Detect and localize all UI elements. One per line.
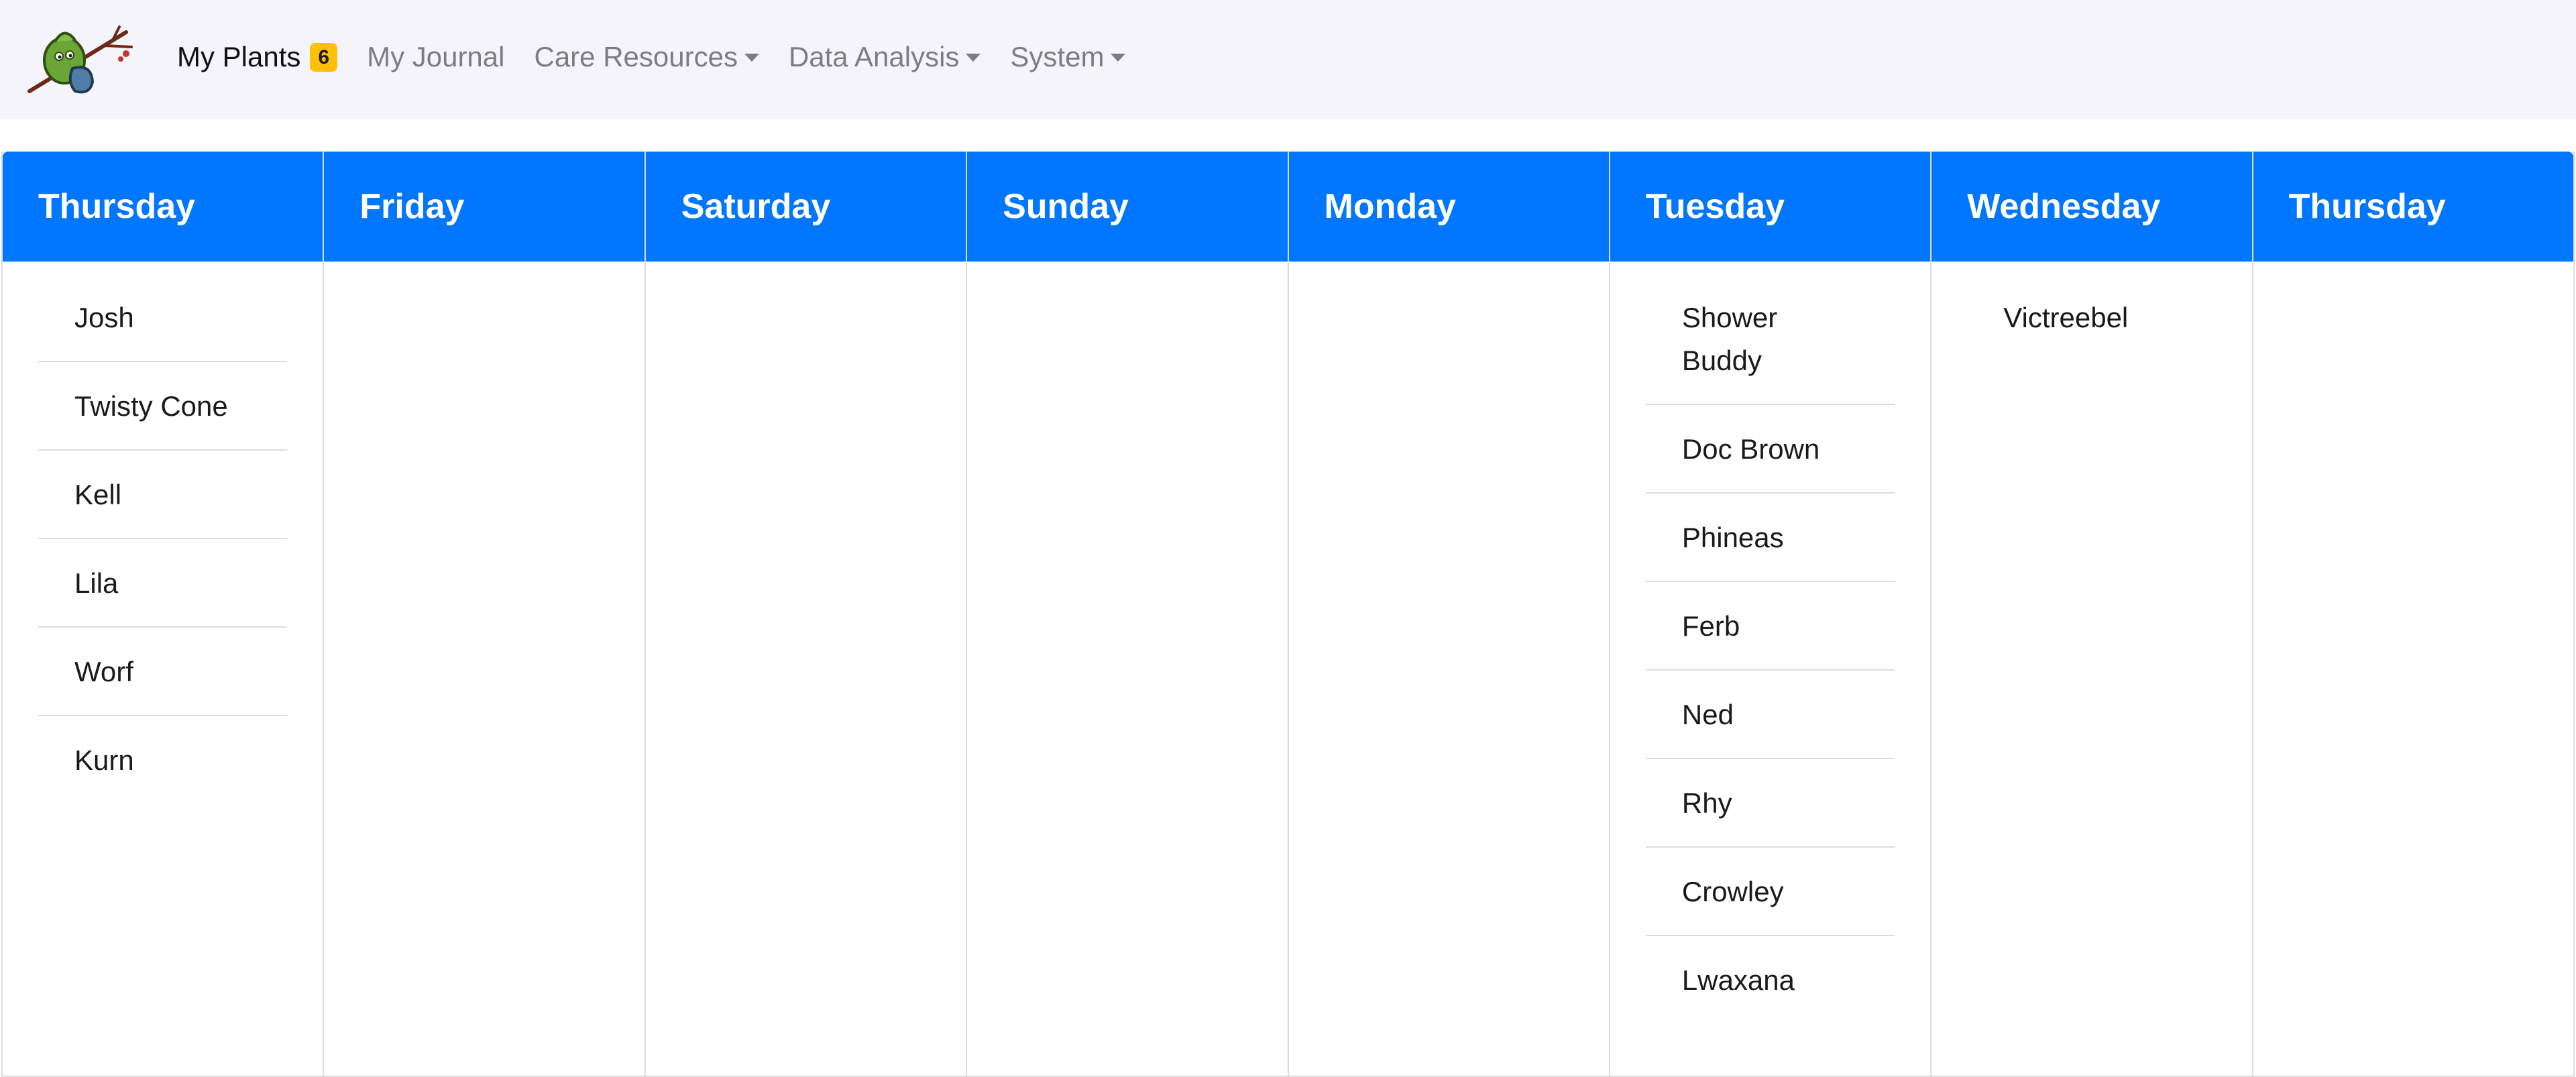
day-column: Sunday bbox=[967, 152, 1289, 1077]
plant-list: Shower Buddy Doc Brown Phineas Ferb Ned … bbox=[1645, 296, 1895, 1023]
plant-item[interactable]: Victreebel bbox=[1967, 296, 2216, 361]
navbar: My Plants 6 My Journal Care Resources Da… bbox=[0, 0, 2576, 119]
nav-system-dropdown[interactable]: System bbox=[1010, 41, 1126, 73]
caret-down-icon bbox=[966, 54, 981, 62]
plant-item[interactable]: Twisty Cone bbox=[38, 385, 288, 451]
nav-data-analysis-dropdown[interactable]: Data Analysis bbox=[789, 41, 981, 73]
plant-item[interactable]: Phineas bbox=[1645, 516, 1895, 582]
day-column: Wednesday Victreebel bbox=[1931, 152, 2253, 1077]
nav-my-plants-label: My Plants bbox=[177, 41, 301, 72]
day-column: Thursday bbox=[2253, 152, 2575, 1077]
plant-item[interactable]: Kurn bbox=[38, 739, 287, 803]
plant-list: Victreebel bbox=[1967, 296, 2216, 361]
plant-item[interactable]: Doc Brown bbox=[1645, 428, 1895, 494]
day-column: Thursday Josh Twisty Cone Kell Lila Worf… bbox=[3, 152, 325, 1077]
day-body bbox=[2253, 262, 2573, 1077]
day-column: Saturday bbox=[645, 152, 968, 1077]
nav-my-journal[interactable]: My Journal bbox=[367, 41, 504, 73]
nav-my-plants[interactable]: My Plants 6 bbox=[177, 41, 338, 73]
plant-item[interactable]: Josh bbox=[38, 296, 288, 362]
nav-my-journal-label: My Journal bbox=[367, 41, 505, 72]
day-header: Thursday bbox=[2253, 152, 2573, 262]
plant-logo-icon[interactable] bbox=[25, 23, 138, 98]
day-header: Monday bbox=[1288, 152, 1609, 262]
day-body: Shower Buddy Doc Brown Phineas Ferb Ned … bbox=[1610, 262, 1930, 1077]
day-header: Wednesday bbox=[1931, 152, 2252, 262]
caret-down-icon bbox=[1111, 54, 1126, 62]
day-header: Thursday bbox=[3, 152, 323, 262]
day-body: Josh Twisty Cone Kell Lila Worf Kurn bbox=[3, 262, 323, 1077]
nav-care-resources-dropdown[interactable]: Care Resources bbox=[534, 41, 759, 73]
day-column: Tuesday Shower Buddy Doc Brown Phineas F… bbox=[1610, 152, 1932, 1077]
nav-data-analysis-label: Data Analysis bbox=[788, 41, 960, 72]
watering-calendar: Thursday Josh Twisty Cone Kell Lila Worf… bbox=[1, 152, 2575, 1077]
day-body bbox=[967, 262, 1287, 1077]
day-header: Tuesday bbox=[1610, 152, 1931, 262]
nav-system-label: System bbox=[1010, 41, 1105, 72]
plant-item[interactable]: Ferb bbox=[1645, 605, 1895, 671]
day-body bbox=[1289, 262, 1609, 1077]
day-header: Friday bbox=[324, 152, 645, 262]
day-column: Friday bbox=[324, 152, 646, 1077]
plant-item[interactable]: Lwaxana bbox=[1646, 959, 1895, 1023]
plant-item[interactable]: Lila bbox=[38, 562, 288, 628]
plant-item[interactable]: Rhy bbox=[1645, 782, 1895, 848]
day-body bbox=[324, 262, 644, 1077]
day-body: Victreebel bbox=[1931, 262, 2251, 1077]
plant-item[interactable]: Worf bbox=[38, 650, 288, 716]
plant-item[interactable]: Crowley bbox=[1645, 870, 1895, 936]
plant-item[interactable]: Shower Buddy bbox=[1645, 296, 1895, 405]
day-header: Sunday bbox=[967, 152, 1288, 262]
day-body bbox=[646, 262, 966, 1077]
plants-count-badge: 6 bbox=[310, 42, 338, 72]
plant-item[interactable]: Kell bbox=[38, 473, 288, 539]
nav-menu: My Plants 6 My Journal Care Resources Da… bbox=[177, 0, 1155, 114]
day-header: Saturday bbox=[645, 152, 966, 262]
plant-list: Josh Twisty Cone Kell Lila Worf Kurn bbox=[38, 296, 288, 803]
plant-item[interactable]: Ned bbox=[1645, 693, 1895, 759]
nav-care-resources-label: Care Resources bbox=[534, 41, 738, 72]
day-column: Monday bbox=[1288, 152, 1610, 1077]
caret-down-icon bbox=[744, 54, 759, 62]
